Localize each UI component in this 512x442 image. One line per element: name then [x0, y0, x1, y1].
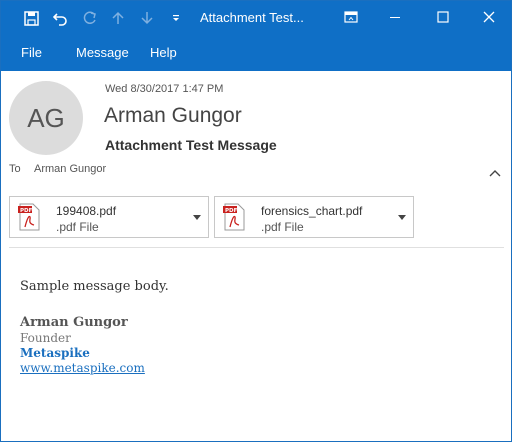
save-icon[interactable] [22, 9, 40, 27]
message-body-text: Sample message body. [20, 279, 169, 294]
attachment-name: 199408.pdf [56, 204, 117, 218]
attachment-type: .pdf File [261, 220, 304, 234]
restore-ribbon-icon[interactable] [339, 6, 363, 28]
customize-dropdown-icon[interactable] [167, 9, 185, 27]
title-bar: Attachment Test... [1, 1, 511, 35]
maximize-icon[interactable] [431, 6, 455, 28]
menu-message[interactable]: Message [76, 45, 129, 60]
arrow-up-icon[interactable] [109, 9, 127, 27]
close-icon[interactable] [477, 6, 501, 28]
to-recipient[interactable]: Arman Gungor [34, 163, 106, 175]
divider [9, 247, 504, 248]
minimize-icon[interactable] [383, 6, 407, 28]
avatar: AG [9, 81, 83, 155]
signature-title: Founder [20, 331, 71, 345]
sender-name[interactable]: Arman Gungor [104, 104, 242, 128]
attachment-name: forensics_chart.pdf [261, 204, 363, 218]
message-subject: Attachment Test Message [105, 137, 277, 153]
message-date: Wed 8/30/2017 1:47 PM [105, 83, 224, 95]
attachment-card[interactable]: PDF 199408.pdf .pdf File [9, 196, 209, 238]
message-window: Attachment Test... File Message Help AG … [0, 0, 512, 442]
pdf-file-icon: PDF [18, 203, 40, 231]
attachment-card[interactable]: PDF forensics_chart.pdf .pdf File [214, 196, 414, 238]
pdf-file-icon: PDF [223, 203, 245, 231]
menu-help[interactable]: Help [150, 45, 177, 60]
signature-name: Arman Gungor [20, 315, 128, 330]
attachment-dropdown-icon[interactable] [397, 213, 407, 221]
undo-icon[interactable] [51, 9, 69, 27]
signature-website-link[interactable]: www.metaspike.com [20, 361, 145, 375]
attachment-dropdown-icon[interactable] [192, 213, 202, 221]
window-title: Attachment Test... [200, 10, 304, 25]
signature-company: Metaspike [20, 346, 90, 360]
message-header: AG Wed 8/30/2017 1:47 PM Arman Gungor At… [1, 71, 511, 183]
arrow-down-icon[interactable] [138, 9, 156, 27]
attachment-type: .pdf File [56, 220, 99, 234]
svg-text:PDF: PDF [20, 208, 33, 214]
to-label: To [9, 163, 21, 175]
svg-text:PDF: PDF [225, 208, 238, 214]
redo-icon[interactable] [80, 9, 98, 27]
menu-file[interactable]: File [21, 45, 42, 60]
collapse-header-icon[interactable] [488, 167, 502, 179]
menu-bar: File Message Help [1, 35, 511, 71]
